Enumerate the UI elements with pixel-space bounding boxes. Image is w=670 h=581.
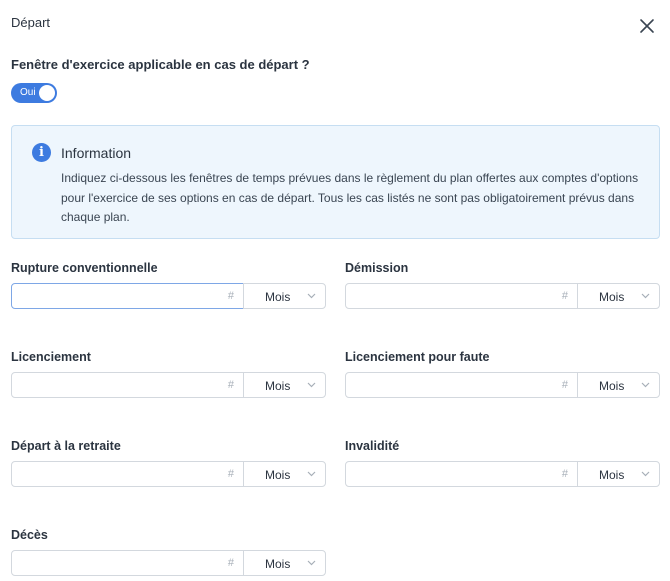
number-placeholder: # xyxy=(561,290,568,302)
close-icon[interactable] xyxy=(638,17,656,35)
invalidite-input[interactable]: # xyxy=(345,461,578,487)
number-placeholder: # xyxy=(227,290,234,302)
chevron-down-icon xyxy=(307,560,316,566)
unit-value: Mois xyxy=(265,468,291,482)
chevron-down-icon xyxy=(641,382,650,388)
number-placeholder: # xyxy=(561,468,568,480)
field-licenciement: # Mois xyxy=(11,372,326,398)
label-deces: Décès xyxy=(11,528,48,542)
information-text: Indiquez ci-dessous les fenêtres de temp… xyxy=(61,171,639,224)
field-deces: # Mois xyxy=(11,550,326,576)
label-rupture-conventionnelle: Rupture conventionnelle xyxy=(11,261,158,275)
demission-unit-select[interactable]: Mois xyxy=(577,283,660,309)
chevron-down-icon xyxy=(641,471,650,477)
field-depart-retraite: # Mois xyxy=(11,461,326,487)
label-depart-retraite: Départ à la retraite xyxy=(11,439,121,453)
deces-input[interactable]: # xyxy=(11,550,244,576)
unit-value: Mois xyxy=(265,290,291,304)
chevron-down-icon xyxy=(307,293,316,299)
depart-modal: Départ Fenêtre d'exercice applicable en … xyxy=(0,0,670,581)
field-rupture-conventionnelle: # Mois xyxy=(11,283,326,309)
licenciement-pour-faute-unit-select[interactable]: Mois xyxy=(577,372,660,398)
label-invalidite: Invalidité xyxy=(345,439,400,453)
number-placeholder: # xyxy=(561,379,568,391)
unit-value: Mois xyxy=(265,379,291,393)
unit-value: Mois xyxy=(599,290,625,304)
modal-title: Départ xyxy=(11,15,51,30)
rupture-conventionnelle-unit-select[interactable]: Mois xyxy=(243,283,326,309)
depart-retraite-unit-select[interactable]: Mois xyxy=(243,461,326,487)
chevron-down-icon xyxy=(307,382,316,388)
label-licenciement: Licenciement xyxy=(11,350,91,364)
unit-value: Mois xyxy=(265,557,291,571)
information-title: Information xyxy=(61,145,132,161)
unit-value: Mois xyxy=(599,468,625,482)
licenciement-unit-select[interactable]: Mois xyxy=(243,372,326,398)
chevron-down-icon xyxy=(307,471,316,477)
unit-value: Mois xyxy=(599,379,625,393)
number-placeholder: # xyxy=(227,557,234,569)
toggle-label: Oui xyxy=(20,87,36,98)
depart-retraite-input[interactable]: # xyxy=(11,461,244,487)
demission-input[interactable]: # xyxy=(345,283,578,309)
field-invalidite: # Mois xyxy=(345,461,660,487)
licenciement-pour-faute-input[interactable]: # xyxy=(345,372,578,398)
label-licenciement-pour-faute: Licenciement pour faute xyxy=(345,350,490,364)
number-placeholder: # xyxy=(227,468,234,480)
number-placeholder: # xyxy=(227,379,234,391)
rupture-conventionnelle-input[interactable]: # xyxy=(11,283,244,309)
field-demission: # Mois xyxy=(345,283,660,309)
toggle-knob xyxy=(39,85,55,101)
deces-unit-select[interactable]: Mois xyxy=(243,550,326,576)
information-panel: i Information Indiquez ci-dessous les fe… xyxy=(11,125,660,239)
info-icon: i xyxy=(32,143,51,162)
licenciement-input[interactable]: # xyxy=(11,372,244,398)
exercise-window-question: Fenêtre d'exercice applicable en cas de … xyxy=(11,57,310,72)
label-demission: Démission xyxy=(345,261,409,275)
chevron-down-icon xyxy=(641,293,650,299)
exercise-window-toggle[interactable]: Oui xyxy=(11,83,57,103)
invalidite-unit-select[interactable]: Mois xyxy=(577,461,660,487)
field-licenciement-pour-faute: # Mois xyxy=(345,372,660,398)
